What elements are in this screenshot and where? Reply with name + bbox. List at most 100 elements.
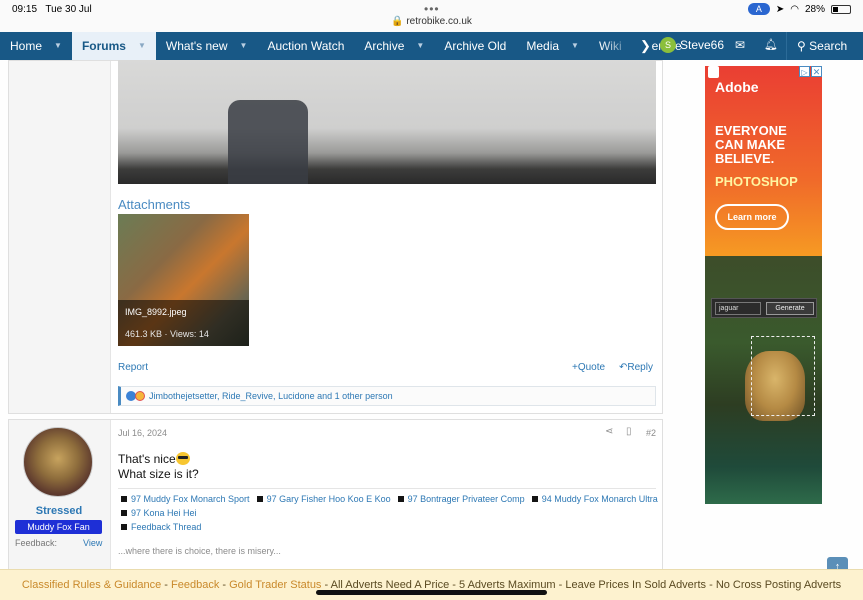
status-time: 09:15 Tue 30 Jul [12,4,92,15]
ad-brand: Adobe [715,79,759,95]
nav-item-label: Home [10,39,43,53]
reply-button[interactable]: ↶Reply [619,362,653,373]
notice-link[interactable]: Gold Trader Status [229,579,321,591]
nav-item-what-s-new[interactable]: What's new ▼ [156,32,258,60]
assistive-pill-icon: A [747,3,770,15]
notice-link: Leave Prices In Sold Adverts [565,579,707,591]
nav-item-label: Forums [81,39,126,53]
wifi-icon: ◠ [790,3,799,15]
account-username: Steve66 [680,38,725,52]
nav-item-archive-old[interactable]: Archive Old [434,32,516,60]
nav-item-media[interactable]: Media ▼ [516,32,589,60]
reactions-text: Jimbothejetsetter, Ride_Revive, Lucidone… [149,391,393,401]
username[interactable]: Stressed [8,505,110,517]
chevron-down-icon[interactable]: ▼ [54,32,62,60]
location-icon: ➤ [775,3,785,15]
signature-quote: ...where there is choice, there is miser… [118,546,281,556]
signature-link[interactable]: Feedback Thread [131,522,201,532]
inbox-icon[interactable]: ✉ [735,38,745,52]
bullet-square-icon [121,524,127,530]
notice-separator: - [219,579,230,591]
post-number[interactable]: #2 [646,428,656,438]
battery-icon [831,4,851,14]
battery-percent: 28% [804,3,825,15]
attachments-title: Attachments [118,197,191,212]
chevron-right-icon[interactable]: ❯ [640,32,651,60]
bullet-square-icon [531,496,538,502]
attachment-filename: IMG_8992.jpeg [125,307,187,317]
post-image[interactable] [118,60,656,184]
home-indicator[interactable] [316,590,547,595]
search-button[interactable]: ⚲ Search [786,32,857,60]
ad-generate-button: Generate [766,302,814,315]
love-reaction-icon [135,391,145,401]
attachment-meta: 461.3 KB · Views: 14 [125,329,209,339]
attachment-thumbnail[interactable]: IMG_8992.jpeg 461.3 KB · Views: 14 [118,214,249,346]
adchoices-icon[interactable] [708,66,719,78]
ad-headline: EVERYONE CAN MAKE BELIEVE. [715,123,787,166]
quote-label: Quote [577,362,606,373]
ad-selection-box [751,336,815,416]
ios-status-bar: 09:15 Tue 30 Jul ••• 🔒 retrobike.co.uk A… [0,0,863,32]
feedback-label: Feedback: [15,538,58,548]
nav-item-label: Auction Watch [267,39,345,53]
feedback-view-link[interactable]: View [83,538,102,548]
notice-separator: - [555,579,566,591]
nav-item-label: What's new [165,39,228,53]
chevron-down-icon[interactable]: ▼ [138,32,146,60]
bell-icon[interactable]: 🔔︎ [764,38,778,51]
bullet-square-icon [121,510,127,516]
address-bar[interactable]: 🔒 retrobike.co.uk [0,16,863,27]
ad-close-icon[interactable]: ✕ [811,66,822,77]
message-line-1: That's nice [118,452,190,466]
ad-product: PHOTOSHOP [715,174,798,189]
chevron-down-icon[interactable]: ▼ [416,32,424,60]
nav-item-home[interactable]: Home ▼ [0,32,72,60]
user-avatar-icon: S [660,37,676,53]
signature-link[interactable]: 97 Gary Fisher Hoo Koo E Koo [267,494,391,504]
ad-prompt-input: jaguar [715,302,761,315]
search-icon: ⚲ [797,39,806,53]
signature-link[interactable]: 97 Muddy Fox Monarch Sport [131,494,250,504]
bullet-square-icon [256,496,263,502]
signature-link[interactable]: 94 Muddy Fox Monarch Ultra [542,494,658,504]
more-dots-icon[interactable]: ••• [424,2,440,16]
signature-link[interactable]: 97 Kona Hei Hei [131,508,197,518]
post-date[interactable]: Jul 16, 2024 [118,428,167,438]
report-link[interactable]: Report [118,362,148,373]
nav-item-label: Media [526,39,560,53]
chevron-down-icon[interactable]: ▼ [571,32,579,60]
notice-separator: - [161,579,172,591]
nav-item-forums[interactable]: Forums ▼ [71,32,156,60]
post-1-user-column [9,61,111,413]
notice-link: No Cross Posting Adverts [715,579,842,591]
ad-learn-more-button[interactable]: Learn more [715,204,789,230]
bullet-square-icon [397,496,404,502]
status-indicators: A ➤ ◠ 28% [747,3,851,15]
signature-row-3: Feedback Thread [121,522,201,532]
message-text: That's nice [118,452,176,466]
quote-button[interactable]: +Quote [572,362,605,373]
classifieds-notice-bar: Classified Rules & Guidance - Feedback -… [0,569,863,600]
avatar[interactable] [23,427,93,497]
nav-item-label: Archive Old [444,39,507,53]
sidebar-advert[interactable]: ▷ ✕ Adobe EVERYONE CAN MAKE BELIEVE. PHO… [705,66,822,504]
nav-item-archive[interactable]: Archive ▼ [354,32,434,60]
account-menu[interactable]: S Steve66 [660,37,724,53]
chevron-down-icon[interactable]: ▼ [240,32,248,60]
notice-link[interactable]: Classified Rules & Guidance [22,579,161,591]
ad-info-icon[interactable]: ▷ [799,66,810,77]
bookmark-icon[interactable]: ▯ [626,426,632,437]
message-line-2: What size is it? [118,467,199,481]
reactions-bar[interactable]: Jimbothejetsetter, Ride_Revive, Lucidone… [118,386,656,406]
share-icon[interactable]: ⋖ [605,426,613,437]
notice-link[interactable]: Feedback [171,579,219,591]
reply-label: Reply [627,362,653,373]
signature-link[interactable]: 97 Bontrager Privateer Comp [408,494,525,504]
signature-row-1: 97 Muddy Fox Monarch Sport 97 Gary Fisher… [121,494,658,504]
nav-item-auction-watch[interactable]: Auction Watch [257,32,354,60]
bullet-square-icon [121,496,127,502]
url-text: retrobike.co.uk [406,16,472,27]
signature-divider [118,488,656,489]
main-nav: Home ▼ Forums ▼ What's new ▼ Auction Watch Arch… [0,32,863,60]
